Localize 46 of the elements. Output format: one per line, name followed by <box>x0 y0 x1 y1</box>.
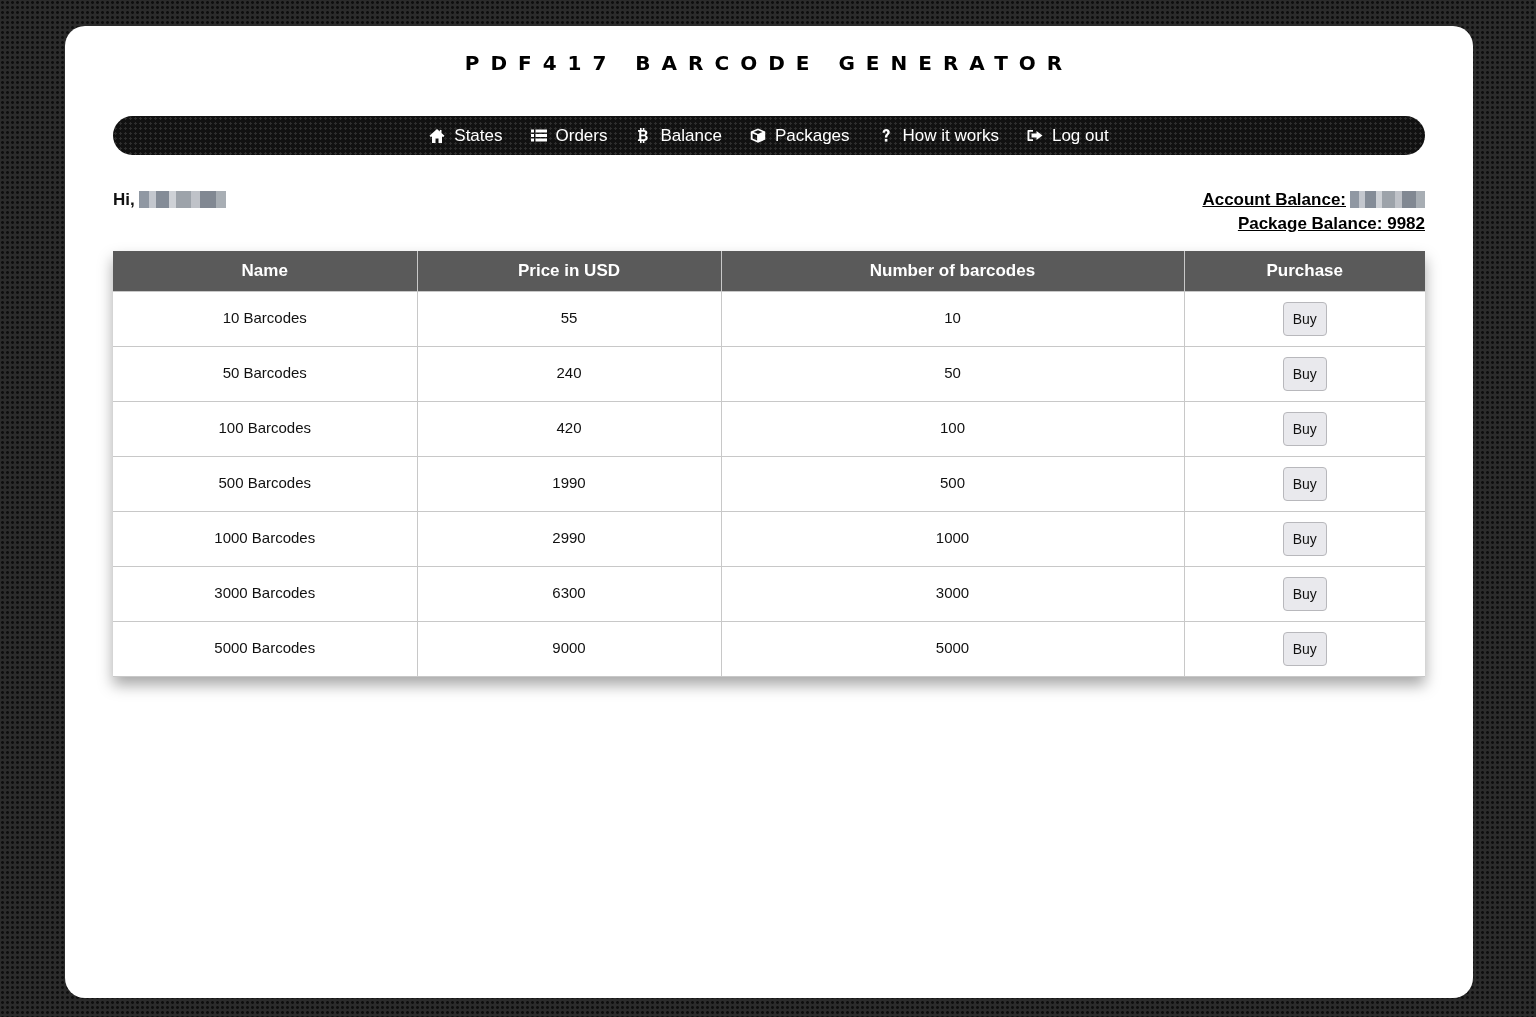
nav-link[interactable]: Log out <box>1026 123 1109 148</box>
table-cell: 1990 <box>417 456 721 511</box>
buy-button[interactable]: Buy <box>1282 631 1327 666</box>
table-cell: 500 <box>721 456 1184 511</box>
table-cell: 1000 Barcodes <box>113 511 417 566</box>
site-title: PDF417 BARCODE GENERATOR <box>464 51 1074 75</box>
buy-button[interactable]: Buy <box>1282 521 1327 556</box>
table-cell: 240 <box>417 346 721 401</box>
table-cell: 5000 <box>721 621 1184 676</box>
table-cell: 50 <box>721 346 1184 401</box>
table-cell: 10 Barcodes <box>113 291 417 346</box>
table-cell: 2990 <box>417 511 721 566</box>
table-cell: 6300 <box>417 566 721 621</box>
table-cell: 500 Barcodes <box>113 456 417 511</box>
table-cell: 3000 Barcodes <box>113 566 417 621</box>
nav-link[interactable]: Orders <box>530 123 608 148</box>
cube-icon <box>749 128 766 143</box>
table-cell: 50 Barcodes <box>113 346 417 401</box>
table-cell: 100 Barcodes <box>113 401 417 456</box>
table-cell: 3000 <box>721 566 1184 621</box>
table-cell: 55 <box>417 291 721 346</box>
balance-link[interactable]: Account Balance: <box>1202 188 1425 212</box>
list-icon <box>530 128 547 143</box>
table-cell: 10 <box>721 291 1184 346</box>
buy-button[interactable]: Buy <box>1282 411 1327 446</box>
table-cell: 100 <box>721 401 1184 456</box>
column-header: Name <box>113 251 417 291</box>
column-header: Price in USD <box>417 251 721 291</box>
buy-button[interactable]: Buy <box>1282 356 1327 391</box>
column-header: Number of barcodes <box>721 251 1184 291</box>
table-cell: 420 <box>417 401 721 456</box>
greeting-text: Hi, <box>113 190 135 209</box>
buy-button[interactable]: Buy <box>1282 466 1327 501</box>
column-header: Purchase <box>1184 251 1425 291</box>
buy-button[interactable]: Buy <box>1282 301 1327 336</box>
buy-button[interactable]: Buy <box>1282 576 1327 611</box>
nav-link[interactable]: Balance <box>635 123 722 148</box>
table-cell: 9000 <box>417 621 721 676</box>
nav-link[interactable]: States <box>429 123 503 148</box>
house-icon <box>429 128 446 143</box>
nav-link[interactable]: Packages <box>749 123 850 148</box>
nav-link[interactable]: How it works <box>877 123 999 148</box>
table-cell: 1000 <box>721 511 1184 566</box>
sign-out-icon <box>1026 128 1043 143</box>
balance-link[interactable]: Package Balance: 9982 <box>1237 212 1425 236</box>
table-cell: 5000 Barcodes <box>113 621 417 676</box>
